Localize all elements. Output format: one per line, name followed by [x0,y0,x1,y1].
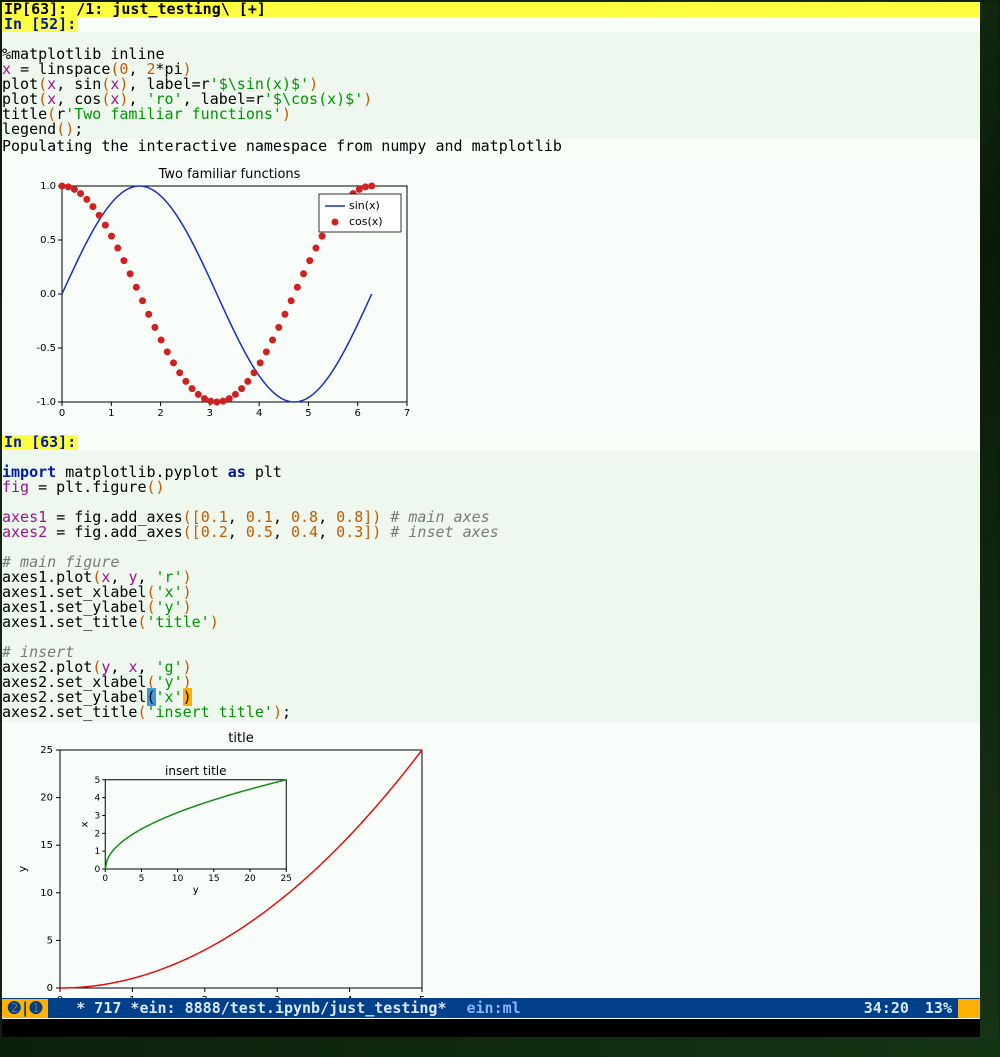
code-token[interactable]: ( [183,523,192,541]
tab-bar[interactable]: IP[63]: /1: just_testing\ [+] [2,2,980,17]
status-percent: 13% [919,999,958,1018]
svg-text:4: 4 [95,794,101,804]
svg-text:6: 6 [355,408,361,419]
cell-input-63[interactable]: import matplotlib.pyplot as plt fig = pl… [2,450,980,722]
code-token[interactable]: [ [192,523,201,541]
status-end-block [958,999,980,1018]
svg-text:y: y [193,885,199,896]
svg-text:1: 1 [95,847,101,857]
svg-text:2: 2 [95,829,101,839]
code-token[interactable]: 'title' [147,613,210,631]
code-token[interactable]: ) [210,613,219,631]
svg-text:1.0: 1.0 [40,181,56,192]
svg-text:15: 15 [208,874,219,884]
svg-text:0: 0 [47,983,53,994]
cell-output-52: Populating the interactive namespace fro… [2,139,980,156]
svg-text:5: 5 [305,408,311,419]
code-token[interactable]: 0.2 [201,523,228,541]
svg-text:7: 7 [404,408,410,419]
code-token[interactable]: axes2.set_title [2,703,137,721]
cell-prompt-52: In [52]: [2,17,78,32]
code-token[interactable]: ) [273,703,282,721]
status-modified: * 717 *ein: 8888/test.ipynb/just_testing… [48,999,456,1018]
code-token[interactable]: # inset axes [381,523,498,541]
code-token[interactable]: 0.3 [336,523,363,541]
svg-text:5: 5 [139,874,145,884]
svg-text:3: 3 [207,408,213,419]
code-token[interactable]: 'insert title' [147,703,273,721]
output-text: Populating the interactive namespace fro… [2,137,562,155]
code-token[interactable]: , [228,523,246,541]
code-token[interactable]: fig [2,478,38,496]
code-token[interactable]: 0.5 [246,523,273,541]
code-token[interactable]: ; [282,703,291,721]
svg-text:2: 2 [157,408,163,419]
plot-2: title 0 1 2 3 4 5 0 5 10 15 20 25 x y insert title 0 5 10 1… [2,722,980,1031]
code-token[interactable]: ) [282,105,291,123]
cell-prompt-63: In [63]: [2,435,78,450]
svg-text:25: 25 [281,874,292,884]
code-token[interactable]: () [147,478,165,496]
svg-text:0: 0 [59,408,65,419]
code-token[interactable]: ) [372,523,381,541]
svg-text:x: x [79,821,90,827]
svg-text:20: 20 [244,874,256,884]
svg-text:0.5: 0.5 [40,235,56,246]
svg-text:5: 5 [47,935,53,946]
svg-text:-1.0: -1.0 [36,397,56,408]
svg-text:4: 4 [256,408,262,419]
svg-text:0: 0 [102,874,108,884]
chart-two-familiar-functions: Two familiar functions 0 1 2 3 4 5 6 7 -1.0 -0.5 0.… [22,164,417,424]
status-mode: ein:ml [457,999,531,1018]
status-position: 34:20 [854,999,919,1018]
mode-line[interactable]: ➋|➊ * 717 *ein: 8888/test.ipynb/just_tes… [2,998,980,1018]
svg-text:10: 10 [172,874,184,884]
plot-1: Two familiar functions 0 1 2 3 4 5 6 7 -1.0 -0.5 0.… [2,156,980,435]
code-token[interactable]: ) [363,90,372,108]
svg-text:20: 20 [40,793,53,804]
code-token[interactable]: = [56,523,65,541]
cell-input-52[interactable]: %matplotlib inline x = linspace(0, 2*pi)… [2,32,980,139]
code-token[interactable]: plt [246,463,282,481]
notebook-buffer[interactable]: In [52]: %matplotlib inline x = linspace… [2,17,980,1031]
svg-text:cos(x): cos(x) [349,215,383,228]
code-token[interactable]: = [38,478,47,496]
chart-title-inset: title 0 1 2 3 4 5 0 5 10 15 20 25 x y insert title 0 5 10 1… [12,730,432,1020]
code-token[interactable]: , [273,523,291,541]
code-token[interactable]: ] [363,523,372,541]
svg-text:title: title [228,731,253,746]
svg-text:0.0: 0.0 [40,289,56,300]
code-token[interactable]: as [228,463,246,481]
svg-text:3: 3 [95,811,101,821]
workspace-indicator[interactable]: ➋|➊ [2,999,48,1018]
svg-text:5: 5 [95,776,101,786]
svg-text:y: y [16,865,29,872]
code-token[interactable]: ; [74,120,83,138]
svg-text:insert title: insert title [165,764,227,778]
svg-text:-0.5: -0.5 [36,343,56,354]
svg-text:15: 15 [40,840,53,851]
code-token[interactable]: 0.4 [291,523,318,541]
minibuffer[interactable] [2,1019,980,1037]
editor-window: IP[63]: /1: just_testing\ [+] In [52]: %… [2,2,980,1031]
svg-text:Two familiar functions: Two familiar functions [158,167,301,182]
code-token[interactable]: ( [137,613,146,631]
code-token[interactable]: axes2 [2,523,56,541]
code-token[interactable]: ( [137,703,146,721]
code-token[interactable]: legend [2,120,56,138]
code-token[interactable]: 'Two familiar functions' [65,105,282,123]
code-token[interactable]: , [318,523,336,541]
svg-text:sin(x): sin(x) [349,199,380,212]
code-token[interactable]: plt.figure [47,478,146,496]
svg-text:10: 10 [40,888,53,899]
desktop-bottom-strip [0,1037,1000,1057]
svg-text:25: 25 [40,745,53,756]
code-token[interactable]: () [56,120,74,138]
svg-text:0: 0 [95,865,101,875]
code-token[interactable]: fig.add_axes [65,523,182,541]
svg-text:1: 1 [108,408,114,419]
code-token[interactable]: axes1.set_title [2,613,137,631]
